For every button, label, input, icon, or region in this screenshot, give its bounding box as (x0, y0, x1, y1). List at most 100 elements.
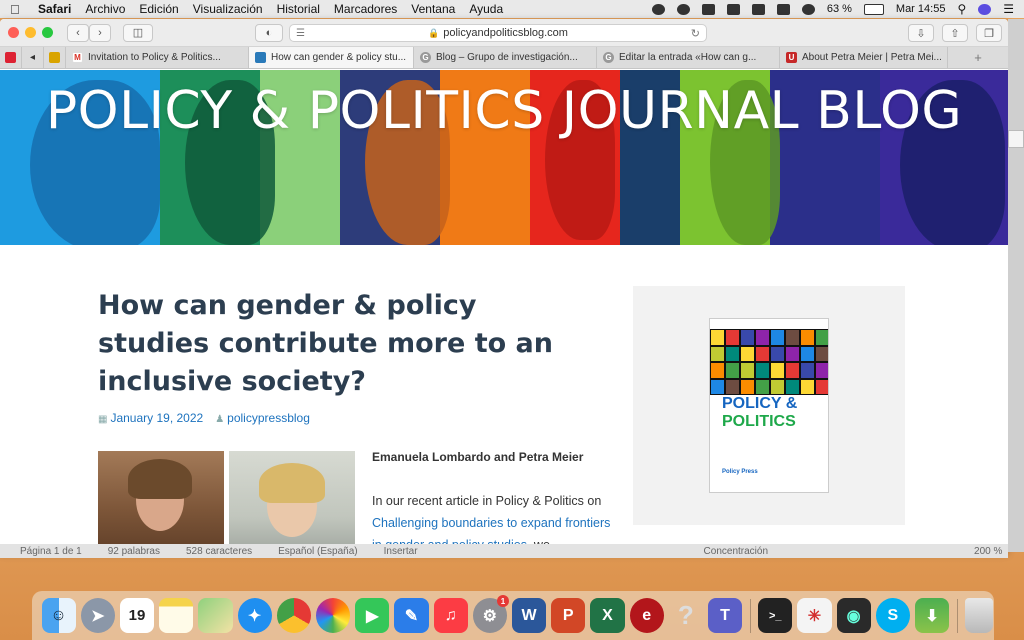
browser-window: ‹ › ◫ ◐ ☰ 🔒 policyandpoliticsblog.com ↻ … (0, 19, 1008, 552)
keynote-icon[interactable]: ✎ (394, 598, 429, 633)
menu-historial[interactable]: Historial (277, 2, 320, 16)
tab-invitation[interactable]: M Invitation to Policy & Politics... (66, 47, 249, 68)
cover-mosaic-tile (800, 329, 815, 346)
word-icon[interactable]: W (511, 598, 547, 633)
pinned-tab-3[interactable] (44, 47, 66, 68)
cover-mosaic-tile (740, 362, 755, 379)
globe-icon[interactable] (651, 3, 665, 15)
trash-icon[interactable] (965, 598, 993, 633)
photos-icon[interactable] (315, 598, 351, 633)
drive-icon[interactable] (751, 3, 765, 15)
author-photo-meier (229, 451, 355, 552)
airplay-icon[interactable] (776, 3, 790, 15)
safari-icon[interactable]: ✦ (237, 598, 272, 633)
url-text: policyandpoliticsblog.com (443, 27, 568, 39)
reader-view-icon[interactable]: ☰ (296, 28, 305, 39)
tab-about-petra[interactable]: U About Petra Meier | Petra Mei... (780, 47, 948, 68)
wifi-icon[interactable] (801, 3, 815, 15)
control-center-icon[interactable]: ☰ (1003, 2, 1014, 16)
downloads-button[interactable]: ⇩ (908, 24, 934, 42)
clock[interactable]: Mar 14:55 (896, 3, 946, 15)
music-icon[interactable]: ♫ (433, 598, 468, 633)
finder-icon[interactable]: ☺ (41, 598, 76, 633)
post-title[interactable]: How can gender & policy studies contribu… (98, 287, 568, 401)
menu-edicion[interactable]: Edición (139, 2, 178, 16)
post-date[interactable]: ▦ January 19, 2022 (98, 411, 203, 425)
cover-mosaic-tile (800, 378, 815, 395)
chrome-icon[interactable] (276, 598, 311, 633)
cover-mosaic-tile (755, 345, 770, 362)
menu-marcadores[interactable]: Marcadores (334, 2, 397, 16)
system-preferences-icon[interactable]: ⚙ 1 (472, 595, 509, 633)
tab-how-can-gender[interactable]: How can gender & policy stu... (249, 47, 414, 68)
word-page-count: Página 1 de 1 (20, 545, 82, 557)
menu-app[interactable]: Safari (38, 2, 71, 16)
menu-ventana[interactable]: Ventana (411, 2, 455, 16)
menubar:  Safari Archivo Edición Visualización H… (0, 0, 1024, 18)
cover-mosaic-tile (710, 378, 725, 395)
maps-icon[interactable] (198, 598, 233, 633)
toolbar-right: ⇩ ⇧ ❐ (908, 24, 1002, 42)
facetime-icon[interactable]: ▶ (355, 598, 390, 633)
tab-overview-button[interactable]: ❐ (976, 24, 1002, 42)
launchpad-icon[interactable]: ➤ (80, 598, 115, 633)
forward-button[interactable]: › (89, 23, 111, 42)
word-word-count: 92 palabras (107, 545, 160, 557)
fullscreen-window-button[interactable] (42, 27, 53, 38)
address-bar[interactable]: ☰ 🔒 policyandpoliticsblog.com ↻ (289, 24, 707, 42)
cover-mosaic-tile (815, 329, 828, 346)
siri-icon[interactable] (978, 3, 992, 15)
tab-editar-entrada[interactable]: G Editar la entrada «How can g... (597, 47, 780, 68)
back-button[interactable]: ‹ (67, 23, 89, 42)
acrobat-icon[interactable]: ✳ (797, 598, 832, 633)
globe-favicon-icon: G (603, 52, 614, 63)
date-text: January 19, 2022 (110, 411, 204, 425)
spotlight-icon[interactable]: ⚲ (957, 2, 966, 16)
menu-archivo[interactable]: Archivo (85, 2, 125, 16)
powerpoint-icon[interactable]: P (551, 598, 586, 633)
pinned-tab-1[interactable] (0, 47, 22, 68)
shield-icon: ◐ (265, 26, 273, 39)
reload-icon[interactable]: ↻ (691, 27, 700, 40)
calendar-app-icon[interactable]: 19 (119, 598, 155, 633)
privacy-report-button[interactable]: ◐ (255, 23, 283, 42)
calendar-icon: ▦ (98, 414, 108, 425)
teams-icon[interactable]: T (707, 598, 743, 633)
journal-cover[interactable]: POLICY & POLITICS Policy Press (709, 318, 829, 493)
author-photo-lombardo (98, 451, 224, 552)
hair-shape (259, 463, 325, 503)
pinned-favicon-icon (5, 52, 16, 63)
excel-icon[interactable]: X (590, 598, 625, 633)
dropbox-icon[interactable] (701, 3, 715, 15)
wacom-icon[interactable] (726, 3, 740, 15)
menu-ayuda[interactable]: Ayuda (469, 2, 503, 16)
user-icon: ♟ (215, 414, 225, 425)
red-app-icon[interactable]: e (629, 598, 664, 633)
minimize-window-button[interactable] (25, 27, 36, 38)
banner-title[interactable]: POLICY & POLITICS JOURNAL BLOG (0, 82, 1008, 140)
installer-icon[interactable]: ⬇ (914, 598, 950, 633)
share-button[interactable]: ⇧ (942, 24, 968, 42)
chevron-left-icon: ‹ (76, 26, 80, 39)
cover-mosaic-tile (815, 345, 828, 362)
new-tab-button[interactable]: + (948, 47, 1008, 68)
apple-icon[interactable]:  (10, 2, 24, 17)
word-language: Español (España) (278, 545, 358, 557)
creative-cloud-icon[interactable] (676, 3, 690, 15)
dark-app-icon[interactable]: ◉ (836, 598, 871, 633)
pinned-tab-2[interactable]: ◂ (22, 47, 44, 68)
close-window-button[interactable] (8, 27, 19, 38)
tab-blog-grupo[interactable]: G Blog – Grupo de investigación... (414, 47, 597, 68)
blog-favicon-icon (255, 52, 266, 63)
notes-icon[interactable] (159, 598, 194, 633)
skype-icon[interactable]: S (875, 598, 910, 633)
battery-icon[interactable] (863, 3, 884, 15)
menu-visualizacion[interactable]: Visualización (193, 2, 263, 16)
cover-title-politics: POLITICS (722, 413, 796, 430)
sidebar-toggle-button[interactable]: ◫ (123, 23, 153, 42)
post-author[interactable]: ♟ policypressblog (215, 411, 310, 425)
terminal-icon[interactable]: >_ (758, 598, 793, 633)
help-icon[interactable]: ? (669, 598, 703, 633)
calendar-day: 19 (128, 607, 146, 624)
blog-banner[interactable]: POLICY & POLITICS JOURNAL BLOG (0, 70, 1008, 245)
